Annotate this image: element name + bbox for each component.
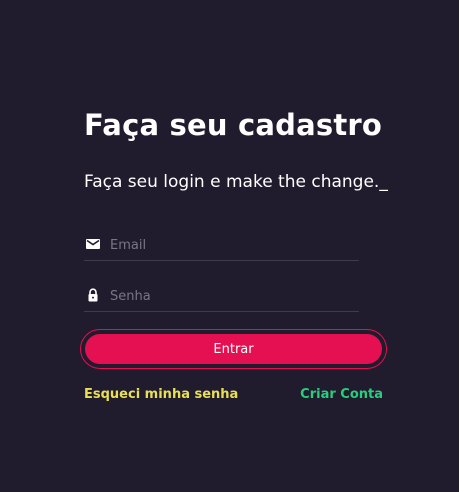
forgot-password-link[interactable]: Esqueci minha senha: [84, 387, 238, 402]
mail-icon: [86, 239, 100, 249]
page-subtitle: Faça seu login e make the change._: [84, 172, 388, 192]
password-input[interactable]: [110, 285, 355, 307]
email-field-group: [84, 234, 359, 261]
password-field-group: [84, 285, 359, 312]
submit-button[interactable]: Entrar: [85, 334, 382, 364]
page-title: Faça seu cadastro: [84, 108, 383, 142]
lock-icon: [88, 288, 98, 302]
email-input[interactable]: [110, 234, 355, 256]
login-card: Faça seu cadastro Faça seu login e make …: [0, 0, 459, 492]
create-account-link[interactable]: Criar Conta: [300, 387, 383, 402]
